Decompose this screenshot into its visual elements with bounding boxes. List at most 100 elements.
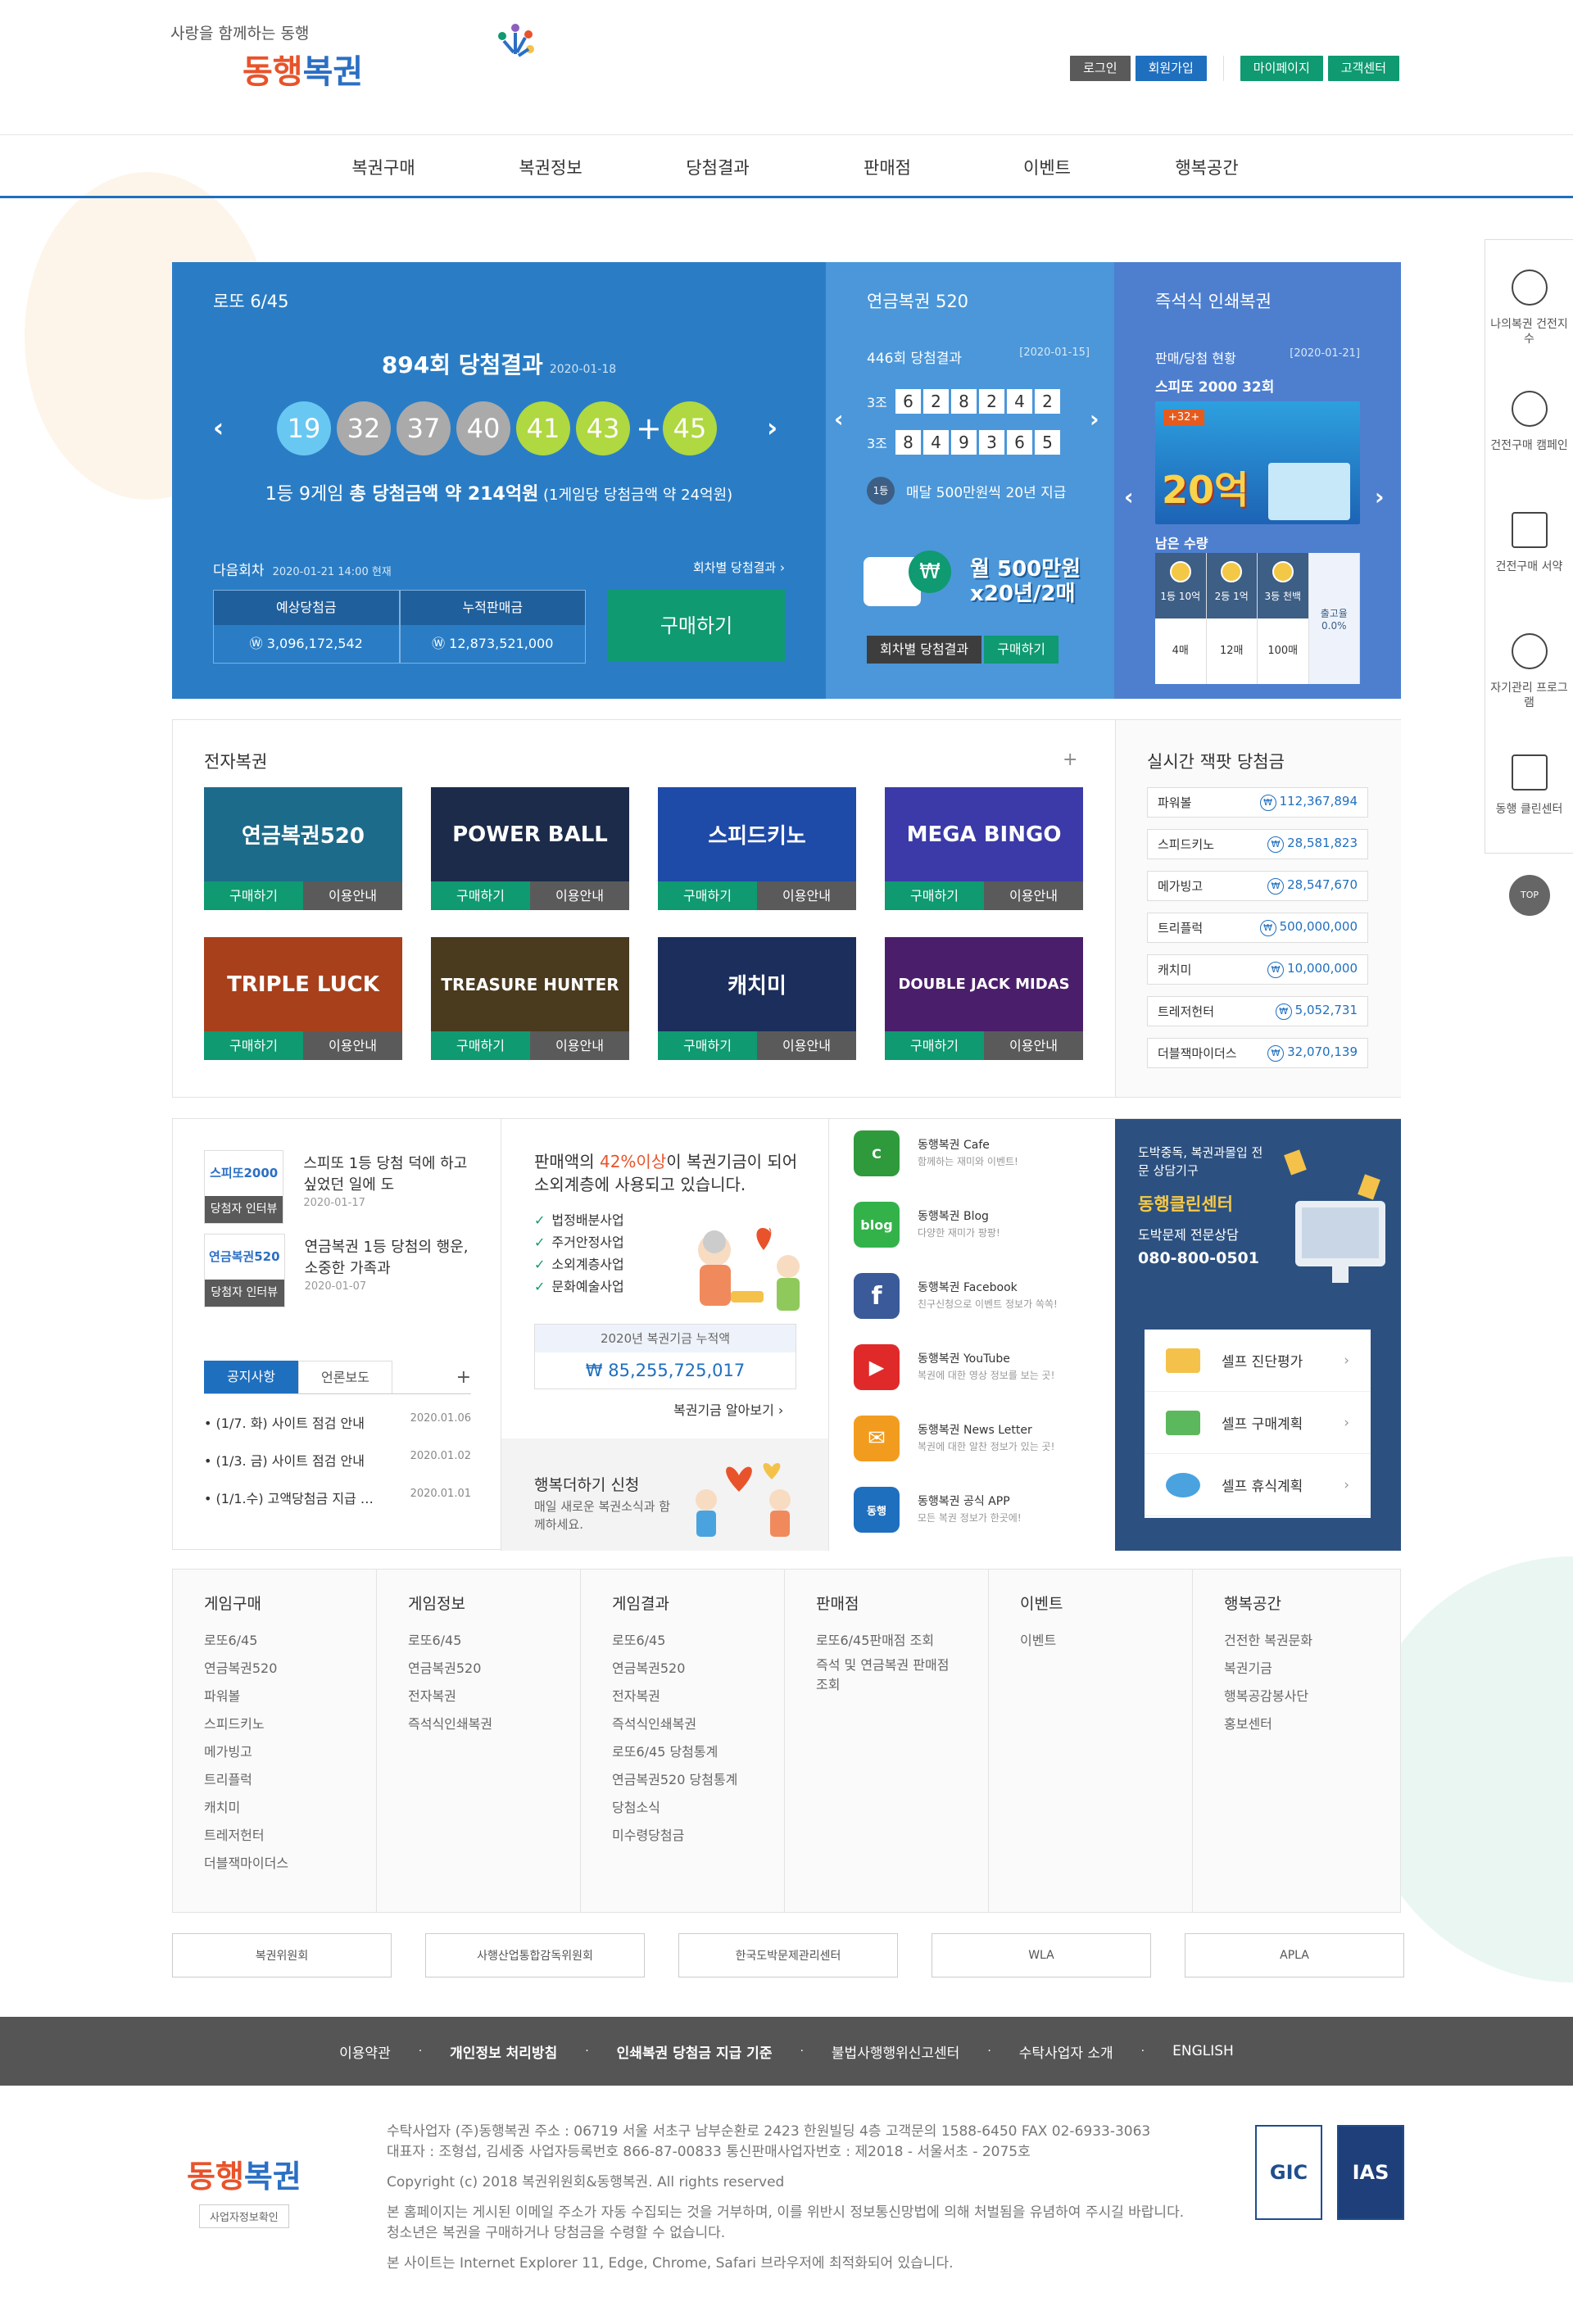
footer-link[interactable]: 불법사행행위신고센터 [832, 2041, 959, 2062]
signup-button[interactable]: 회원가입 [1135, 56, 1207, 81]
sitemap-link[interactable]: 이벤트 [1020, 1627, 1192, 1655]
info-button[interactable]: 이용안내 [303, 881, 402, 910]
sitemap-link[interactable]: 즉석식인쇄복권 [408, 1710, 580, 1738]
footer-link[interactable]: 수탁사업자 소개 [1019, 2041, 1113, 2062]
sitemap-link[interactable]: 전자복권 [408, 1683, 580, 1710]
quick-item-program[interactable]: 자기관리 프로그램 [1485, 604, 1573, 725]
scroll-top-button[interactable]: TOP [1509, 875, 1550, 916]
sitemap-link[interactable]: 메가빙고 [204, 1738, 376, 1766]
sitemap-link[interactable]: 미수령당첨금 [612, 1822, 784, 1850]
sitemap-link[interactable]: 전자복권 [612, 1683, 784, 1710]
sitemap-link[interactable]: 트리플럭 [204, 1766, 376, 1794]
sitemap-link[interactable]: 홍보센터 [1224, 1710, 1397, 1738]
info-button[interactable]: 이용안내 [303, 1031, 402, 1060]
instant-ticket-image[interactable]: +32+ 20억 [1155, 401, 1360, 524]
sitemap-link[interactable]: 건전한 복권문화 [1224, 1627, 1397, 1655]
partner-logo[interactable]: APLA [1185, 1933, 1404, 1977]
sns-youtube-link[interactable]: ▶ 동행복권 YouTube 복권에 대한 영상 정보를 보는 곳! [854, 1344, 1054, 1390]
lotto-buy-button[interactable]: 구매하기 [608, 590, 785, 662]
buy-button[interactable]: 구매하기 [204, 881, 303, 910]
buy-button[interactable]: 구매하기 [658, 1031, 757, 1060]
game-banner[interactable]: TRIPLE LUCK [204, 937, 402, 1031]
partner-logo[interactable]: 복권위원회 [172, 1933, 392, 1977]
site-logo[interactable]: 사랑을 함께하는 동행 동행복권 [170, 21, 534, 93]
buy-button[interactable]: 구매하기 [431, 881, 530, 910]
sitemap-link[interactable]: 연금복권520 [612, 1655, 784, 1683]
self-diagnosis-link[interactable]: 셀프 진단평가 › [1145, 1330, 1371, 1392]
more-plus-icon[interactable]: + [456, 1367, 471, 1388]
sitemap-link[interactable]: 로또6/45판매점 조회 [816, 1627, 988, 1655]
jackpot-row[interactable]: 스피드키노28,581,823 [1147, 829, 1368, 859]
partner-logo[interactable]: WLA [932, 1933, 1151, 1977]
nav-item-buy[interactable]: 복권구매 [316, 155, 451, 179]
notice-row[interactable]: • (1/1.수) 고액당첨금 지급 … 2020.01.01 [204, 1488, 471, 1507]
quick-item-clean-center[interactable]: 동행 클린센터 [1485, 725, 1573, 846]
quick-item-campaign[interactable]: 건전구매 캠페인 [1485, 361, 1573, 482]
by-round-link[interactable]: 회차별 당첨결과 › [693, 559, 785, 579]
jackpot-row[interactable]: 메가빙고28,547,670 [1147, 871, 1368, 901]
buy-button[interactable]: 구매하기 [885, 881, 984, 910]
sitemap-link[interactable]: 로또6/45 당첨통계 [612, 1738, 784, 1766]
game-banner[interactable]: 캐치미 [658, 937, 856, 1031]
sitemap-link[interactable]: 트레저헌터 [204, 1822, 376, 1850]
partner-logo[interactable]: 한국도박문제관리센터 [678, 1933, 898, 1977]
interview-item[interactable]: 연금복권520 당첨자 인터뷰 연금복권 1등 당첨의 행운, 소중한 가족과 20… [204, 1234, 483, 1307]
buy-button[interactable]: 구매하기 [658, 881, 757, 910]
pension-buy-button[interactable]: 구매하기 [984, 636, 1059, 664]
prev-arrow-icon[interactable]: ‹ [834, 405, 844, 433]
sitemap-link[interactable]: 즉석식인쇄복권 [612, 1710, 784, 1738]
info-button[interactable]: 이용안내 [757, 1031, 856, 1060]
sitemap-link[interactable]: 로또6/45 [612, 1627, 784, 1655]
next-arrow-icon[interactable]: › [767, 412, 777, 443]
sitemap-link[interactable]: 더블잭마이더스 [204, 1850, 376, 1878]
next-arrow-icon[interactable]: › [1090, 405, 1099, 433]
game-banner[interactable]: TREASURE HUNTER [431, 937, 629, 1031]
sitemap-link[interactable]: 파워볼 [204, 1683, 376, 1710]
game-banner[interactable]: DOUBLE JACK MIDAS [885, 937, 1083, 1031]
nav-item-stores[interactable]: 판매점 [785, 155, 990, 179]
sns-app-link[interactable]: 동행 동행복권 공식 APP 모든 복권 정보가 한곳에! [854, 1487, 1022, 1533]
sitemap-link[interactable]: 로또6/45 [204, 1627, 376, 1655]
game-banner[interactable]: 연금복권520 [204, 787, 402, 881]
sitemap-link[interactable]: 행복공감봉사단 [1224, 1683, 1397, 1710]
more-plus-icon[interactable]: + [1063, 750, 1077, 770]
jackpot-row[interactable]: 더블잭마이더스32,070,139 [1147, 1038, 1368, 1068]
customer-center-button[interactable]: 고객센터 [1327, 56, 1399, 81]
jackpot-row[interactable]: 트레저헌터5,052,731 [1147, 996, 1368, 1026]
interview-item[interactable]: 스피또2000 당첨자 인터뷰 스피또 1등 당첨 덕에 하고 싶었던 일에 도2… [204, 1150, 483, 1224]
tab-press[interactable]: 언론보도 [298, 1361, 392, 1393]
buy-button[interactable]: 구매하기 [431, 1031, 530, 1060]
footer-link[interactable]: 개인정보 처리방침 [450, 2041, 557, 2062]
self-rest-plan-link[interactable]: 셀프 휴식계획 › [1145, 1454, 1371, 1516]
quick-item-index[interactable]: 나의복권 건전지수 [1485, 240, 1573, 361]
info-button[interactable]: 이용안내 [530, 1031, 629, 1060]
nav-item-events[interactable]: 이벤트 [990, 155, 1104, 179]
self-purchase-plan-link[interactable]: 셀프 구매계획 › [1145, 1392, 1371, 1454]
jackpot-row[interactable]: 파워볼112,367,894 [1147, 787, 1368, 818]
info-button[interactable]: 이용안내 [757, 881, 856, 910]
sitemap-link[interactable]: 복권기금 [1224, 1655, 1397, 1683]
info-button[interactable]: 이용안내 [984, 1031, 1083, 1060]
partner-logo[interactable]: 사행산업통합감독위원회 [425, 1933, 645, 1977]
info-button[interactable]: 이용안내 [984, 881, 1083, 910]
prev-arrow-icon[interactable]: ‹ [213, 412, 224, 443]
notice-row[interactable]: • (1/7. 화) 사이트 점검 안내 2020.01.06 [204, 1412, 471, 1432]
nav-item-results[interactable]: 당첨결과 [651, 155, 785, 179]
sns-cafe-link[interactable]: C 동행복권 Cafe 함께하는 재미와 이벤트! [854, 1130, 1018, 1176]
footer-link[interactable]: 인쇄복권 당첨금 지급 기준 [617, 2041, 773, 2062]
login-button[interactable]: 로그인 [1070, 56, 1131, 81]
happy-plus-banner[interactable]: 행복더하기 신청 매일 새로운 복권소식과 함께하세요. [501, 1438, 829, 1551]
game-banner[interactable]: 스피드키노 [658, 787, 856, 881]
sitemap-link[interactable]: 연금복권520 [408, 1655, 580, 1683]
sitemap-link[interactable]: 스피드키노 [204, 1710, 376, 1738]
info-button[interactable]: 이용안내 [530, 881, 629, 910]
business-info-button[interactable]: 사업자정보확인 [199, 2204, 289, 2228]
next-arrow-icon[interactable]: › [1375, 483, 1385, 510]
nav-item-info[interactable]: 복권정보 [451, 155, 651, 179]
sitemap-link[interactable]: 조회 [816, 1676, 988, 1694]
sitemap-link[interactable]: 연금복권520 당첨통계 [612, 1766, 784, 1794]
sns-blog-link[interactable]: blog 동행복권 Blog 다양한 재미가 팡팡! [854, 1202, 1000, 1248]
nav-item-happy-space[interactable]: 행복공간 [1104, 155, 1309, 179]
prev-arrow-icon[interactable]: ‹ [1124, 483, 1134, 510]
sitemap-link[interactable]: 로또6/45 [408, 1627, 580, 1655]
